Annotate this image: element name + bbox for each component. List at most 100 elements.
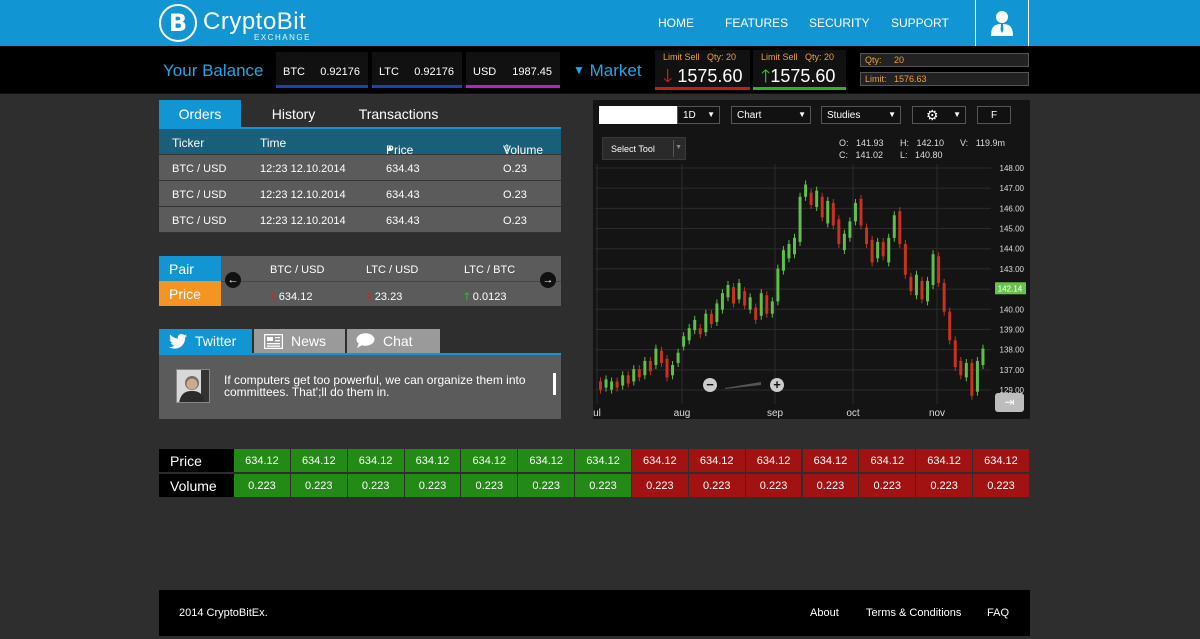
orderbook-buy-cell[interactable]: 634.12	[518, 449, 575, 472]
copyright-text: 2014 CryptoBitEx.	[179, 607, 268, 619]
cell-ticker: BTC / USD	[172, 163, 227, 175]
orderbook-sell-cell[interactable]: 634.12	[916, 449, 973, 472]
orderbook-buy-cell[interactable]: 634.12	[347, 449, 404, 472]
footer-link-about[interactable]: About	[810, 607, 839, 619]
y-tick-label: 145.00	[1000, 225, 1025, 234]
candle-body	[732, 287, 736, 304]
orderbook-sell-cell[interactable]: 0.223	[802, 474, 859, 497]
orderbook-sell-cell[interactable]: 634.12	[859, 449, 916, 472]
y-tick-label: 144.00	[1000, 245, 1025, 254]
qty-input[interactable]: Qty: 20	[860, 53, 1029, 67]
bitcoin-logo-icon[interactable]: B	[159, 4, 197, 42]
orderbook-buy-cell[interactable]: 0.223	[234, 474, 290, 497]
zoom-in-icon[interactable]: +	[770, 378, 784, 392]
candle-body	[920, 280, 924, 300]
tab-news[interactable]: News	[254, 329, 345, 353]
candle-body	[865, 227, 869, 244]
orderbook-price-row: Price 634.12 634.12 634.12 634.12 634.12 634.…	[159, 449, 1030, 473]
orderbook-sell-cell[interactable]: 0.223	[631, 474, 688, 497]
settings-button[interactable]: ⚙ ▼	[912, 106, 966, 124]
x-tick-label: aug	[674, 408, 691, 419]
logo-text[interactable]: CryptoBit	[203, 8, 306, 36]
studies-select[interactable]: Studies ▼	[821, 106, 901, 124]
market-dropdown[interactable]: ▼ Market	[573, 61, 642, 81]
y-tick-label: 139.00	[1000, 325, 1025, 334]
x-tick-label: ul	[593, 408, 601, 419]
interval-value: 1D	[683, 110, 696, 121]
orderbook-sell-cell[interactable]: 0.223	[916, 474, 973, 497]
orderbook-sell-cell[interactable]: 634.12	[745, 449, 802, 472]
orderbook-buy-cell[interactable]: 0.223	[461, 474, 518, 497]
select-tool-dropdown[interactable]: Select Tool ▼	[602, 137, 686, 160]
column-header-ticker[interactable]: Ticker	[172, 136, 204, 150]
orderbook-buy-cell[interactable]: 634.12	[404, 449, 461, 472]
arrow-down-icon: 🡓	[663, 66, 673, 86]
tab-chat-label: Chat	[383, 333, 413, 349]
candlestick-chart[interactable]: 148.00147.00146.00145.00144.00143.00141.…	[593, 164, 1030, 419]
pair-name[interactable]: LTC / BTC	[464, 264, 515, 276]
tab-transactions[interactable]: Transactions	[346, 100, 451, 128]
avatar[interactable]	[176, 369, 210, 403]
fullscreen-button[interactable]: F	[977, 106, 1011, 124]
interval-select[interactable]: 1D ▼	[677, 106, 720, 124]
limit-sell-ticker[interactable]: Limit Sell Qty: 20 🡓 1575.60	[655, 50, 750, 90]
footer-link-faq[interactable]: FAQ	[987, 607, 1009, 619]
candle-body	[704, 313, 708, 333]
arrow-left-icon[interactable]: ←	[225, 272, 241, 288]
caret-down-icon: ▼	[953, 110, 961, 119]
nav-home[interactable]: HOME	[658, 16, 694, 30]
orderbook-sell-cell[interactable]: 634.12	[688, 449, 745, 472]
arrow-right-icon[interactable]: →	[540, 272, 556, 288]
candle-body	[804, 184, 808, 197]
orderbook-buy-cell[interactable]: 634.12	[290, 449, 347, 472]
orderbook-sell-cell[interactable]: 0.223	[745, 474, 802, 497]
table-row[interactable]: BTC / USD 12:23 12.10.2014 634.43 O.23	[159, 181, 561, 207]
orderbook-buy-cell[interactable]: 634.12	[575, 449, 631, 472]
cell-price: 634.43	[386, 189, 420, 201]
orderbook-sell-cell[interactable]: 0.223	[973, 474, 1029, 497]
scroll-to-end-icon[interactable]: ⇥	[995, 393, 1024, 412]
limit-input[interactable]: Limit: 1576.63	[860, 72, 1029, 86]
limit-buy-ticker[interactable]: Limit Sell Qty: 20 🡑1575.60	[753, 50, 846, 90]
orderbook-buy-cell[interactable]: 0.223	[404, 474, 461, 497]
pair-name[interactable]: LTC / USD	[366, 264, 418, 276]
orderbook-buy-cell[interactable]: 0.223	[347, 474, 404, 497]
pair-name[interactable]: BTC / USD	[270, 264, 324, 276]
orderbook-sell-cell[interactable]: 634.12	[802, 449, 859, 472]
tab-orders[interactable]: Orders	[159, 100, 241, 128]
tab-history[interactable]: History	[241, 100, 346, 128]
tab-chat[interactable]: Chat	[347, 329, 440, 353]
nav-security[interactable]: SECURITY	[809, 16, 870, 30]
orderbook-sell-cell[interactable]: 634.12	[631, 449, 688, 472]
orderbook-buy-cell[interactable]: 0.223	[290, 474, 347, 497]
orderbook-buy-cell[interactable]: 634.12	[234, 449, 290, 472]
studies-value: Studies	[827, 110, 861, 121]
orderbook-sell-cell[interactable]: 0.223	[859, 474, 916, 497]
tab-twitter[interactable]: Twitter	[159, 329, 252, 353]
symbol-search-input[interactable]	[599, 106, 677, 124]
balance-btc: BTC 0.92176	[276, 52, 368, 88]
user-account-button[interactable]	[975, 0, 1029, 46]
column-header-time[interactable]: Time	[260, 136, 286, 150]
orderbook-sell-cell[interactable]: 0.223	[688, 474, 745, 497]
limit-qty: Qty: 20	[805, 52, 835, 62]
candle-body	[599, 381, 602, 390]
orderbook-buy-cell[interactable]: 0.223	[575, 474, 631, 497]
candle-body	[671, 365, 675, 376]
feed-scrollbar[interactable]	[553, 373, 556, 395]
limit-qty: Qty: 20	[707, 52, 737, 62]
footer-link-terms[interactable]: Terms & Conditions	[866, 607, 961, 619]
nav-features[interactable]: FEATURES	[725, 16, 788, 30]
chart-type-select[interactable]: Chart ▼	[731, 106, 811, 124]
current-price-label: 142.14	[998, 284, 1023, 293]
nav-support[interactable]: SUPPORT	[891, 16, 949, 30]
candle-body	[831, 202, 835, 226]
orderbook-sell-cell[interactable]: 634.12	[973, 449, 1029, 472]
candle-body	[959, 360, 963, 376]
zoom-slider[interactable]	[723, 380, 763, 390]
zoom-out-icon[interactable]: −	[703, 378, 717, 392]
table-row[interactable]: BTC / USD 12:23 12.10.2014 634.43 O.23	[159, 155, 561, 181]
orderbook-buy-cell[interactable]: 634.12	[461, 449, 518, 472]
table-row[interactable]: BTC / USD 12:23 12.10.2014 634.43 O.23	[159, 207, 561, 233]
orderbook-buy-cell[interactable]: 0.223	[518, 474, 575, 497]
